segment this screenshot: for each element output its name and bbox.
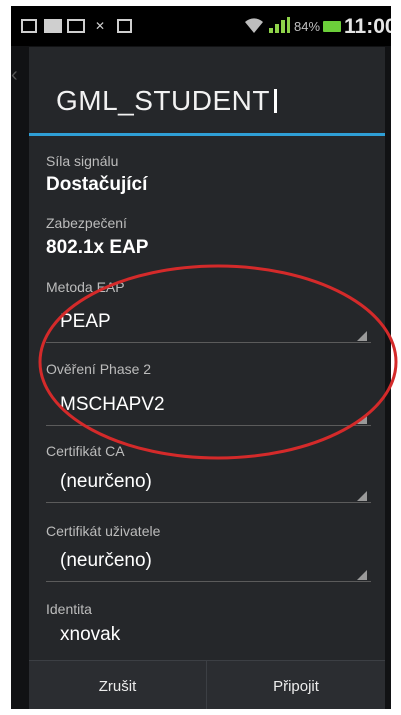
battery-icon: [323, 21, 341, 32]
signal-strength-value: Dostačující: [46, 174, 148, 195]
mail-outline-icon: [67, 19, 85, 33]
dropdown-triangle-icon: [357, 331, 367, 341]
ca-certificate-spinner[interactable]: (neurčeno): [46, 467, 371, 505]
phone-screen: ✕ 84% 11:00 ‹ GML_STUDENT Síla signálu D…: [11, 6, 391, 709]
cancel-button[interactable]: Zrušit: [29, 661, 207, 709]
connect-button[interactable]: Připojit: [207, 661, 385, 709]
identity-input[interactable]: xnovak: [46, 622, 371, 656]
phase2-auth-value: MSCHAPV2: [60, 394, 165, 415]
user-certificate-value: (neurčeno): [60, 550, 152, 571]
dropdown-triangle-icon: [357, 491, 367, 501]
mail-icon: [44, 19, 62, 33]
network-name: GML_STUDENT: [56, 85, 270, 116]
spinner-underline: [46, 425, 371, 426]
clock: 11:00: [344, 15, 391, 38]
spinner-underline: [46, 502, 371, 503]
eap-method-value: PEAP: [60, 311, 111, 332]
wifi-icon: [245, 18, 263, 33]
dialog-button-bar: Zrušit Připojit: [29, 660, 385, 709]
phase2-auth-spinner[interactable]: MSCHAPV2: [46, 390, 371, 428]
title-divider: [29, 133, 385, 136]
eap-method-spinner[interactable]: PEAP: [46, 307, 371, 345]
dialog-title: GML_STUDENT: [56, 85, 277, 117]
signal-icon: [269, 17, 290, 33]
security-label: Zabezpečení: [46, 215, 127, 231]
calendar-icon: [117, 19, 132, 33]
ca-certificate-label: Certifikát CA: [46, 443, 125, 459]
missed-call-icon: ✕: [94, 19, 106, 33]
image-icon: [21, 19, 37, 33]
user-certificate-spinner[interactable]: (neurčeno): [46, 546, 371, 584]
ca-certificate-value: (neurčeno): [60, 471, 152, 492]
status-bar: ✕ 84% 11:00: [11, 6, 391, 46]
eap-method-label: Metoda EAP: [46, 279, 125, 295]
dropdown-triangle-icon: [357, 414, 367, 424]
security-value: 802.1x EAP: [46, 237, 149, 258]
dropdown-triangle-icon: [357, 570, 367, 580]
chevron-left-icon: ‹: [11, 64, 18, 86]
spinner-underline: [46, 342, 371, 343]
identity-label: Identita: [46, 601, 92, 617]
wifi-network-dialog: GML_STUDENT Síla signálu Dostačující Zab…: [29, 47, 385, 709]
identity-value: xnovak: [60, 624, 121, 645]
user-certificate-label: Certifikát uživatele: [46, 523, 161, 539]
battery-percent: 84%: [294, 19, 321, 34]
phase2-auth-label: Ověření Phase 2: [46, 361, 152, 377]
signal-strength-label: Síla signálu: [46, 153, 119, 169]
spinner-underline: [46, 581, 371, 582]
text-cursor: [273, 89, 277, 113]
